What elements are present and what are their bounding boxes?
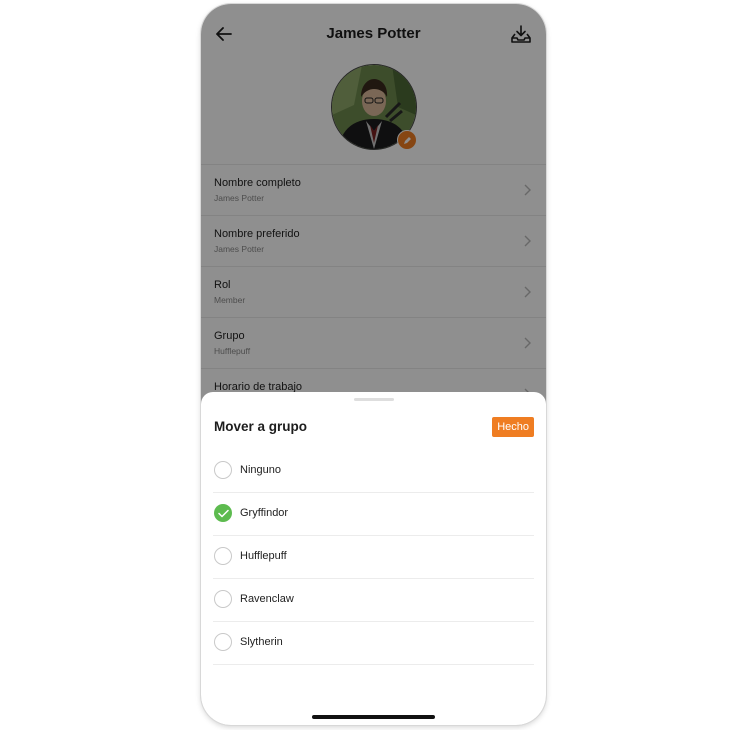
group-option-ninguno[interactable]: Ninguno	[213, 450, 534, 493]
checkmark-icon	[217, 509, 229, 517]
radio-checked-icon[interactable]	[214, 504, 232, 522]
option-label: Ninguno	[240, 464, 281, 476]
option-label: Slytherin	[240, 636, 283, 648]
radio-unchecked-icon[interactable]	[214, 590, 232, 608]
phone-frame: James Potter Nombre completo James Potte…	[201, 4, 546, 725]
radio-unchecked-icon[interactable]	[214, 547, 232, 565]
group-option-hufflepuff[interactable]: Hufflepuff	[213, 536, 534, 579]
group-option-ravenclaw[interactable]: Ravenclaw	[213, 579, 534, 622]
home-indicator[interactable]	[312, 715, 435, 719]
option-label: Hufflepuff	[240, 550, 287, 562]
option-label: Ravenclaw	[240, 593, 294, 605]
move-to-group-sheet: Mover a grupo Hecho Ninguno Gryffindor H…	[201, 392, 546, 725]
sheet-title: Mover a grupo	[214, 419, 308, 434]
group-option-slytherin[interactable]: Slytherin	[213, 622, 534, 665]
sheet-grabber[interactable]	[354, 398, 394, 401]
radio-unchecked-icon[interactable]	[214, 633, 232, 651]
done-button[interactable]: Hecho	[492, 417, 534, 437]
radio-unchecked-icon[interactable]	[214, 461, 232, 479]
option-label: Gryffindor	[240, 507, 289, 519]
group-option-gryffindor[interactable]: Gryffindor	[213, 493, 534, 536]
group-options-list: Ninguno Gryffindor Hufflepuff Ravenclaw	[213, 450, 534, 665]
